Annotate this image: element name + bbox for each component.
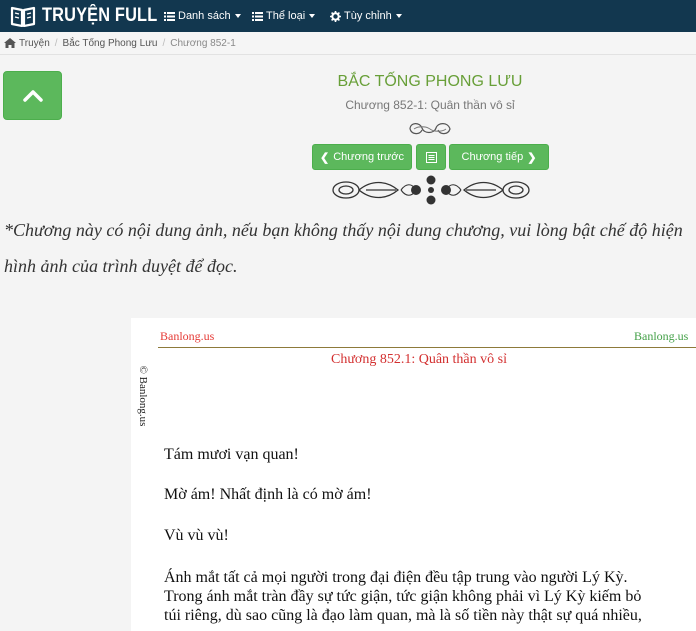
chapter-title: Chương 852-1: Quân thần vô sỉ (345, 98, 515, 112)
breadcrumb: Truyện / Bắc Tống Phong Lưu / Chương 852… (0, 32, 696, 55)
list-icon (164, 11, 175, 21)
scroll-top-button[interactable] (3, 71, 62, 120)
site-name: TRUYỆN FULL (42, 5, 158, 26)
prev-chapter-button[interactable]: ❮ Chương trước (312, 144, 412, 170)
chevron-left-icon: ❮ (320, 151, 330, 164)
ornament-divider-large (332, 175, 530, 205)
caret-down-icon (234, 14, 241, 18)
chapter-list-button[interactable] (416, 144, 446, 170)
paragraph: Mờ ám! Nhất định là có mờ ám! (164, 486, 372, 503)
home-icon (4, 38, 16, 48)
caret-down-icon (309, 14, 316, 18)
breadcrumb-current-chapter: Chương 852-1 (170, 37, 236, 49)
watermark-right: Banlong.us (634, 329, 689, 343)
top-navbar: TRUYỆN FULL Danh sách Thể loại Tùy chỉnh (0, 0, 696, 32)
chevron-right-icon: ❯ (527, 151, 537, 164)
image-divider-line (158, 347, 696, 348)
site-logo[interactable]: TRUYỆN FULL (10, 3, 176, 29)
image-chapter-heading: Chương 852.1: Quân thần vô sỉ (331, 352, 507, 367)
ornament-divider (409, 123, 451, 135)
breadcrumb-home-link[interactable]: Truyện (19, 38, 50, 49)
menu-label: Thể loại (266, 10, 306, 22)
story-title-link[interactable]: Bắc Tống Phong Lưu (230, 73, 630, 91)
caret-down-icon (395, 14, 402, 18)
paragraph: Tám mươi vạn quan! (164, 446, 299, 463)
paragraph: Ánh mắt tất cả mọi người trong đại điện … (164, 569, 642, 624)
menu-label: Danh sách (178, 10, 231, 22)
breadcrumb-separator: / (54, 37, 58, 49)
image-content-notice: *Chương này có nội dung ảnh, nếu bạn khô… (4, 220, 683, 276)
menu-tuy-chinh[interactable]: Tùy chỉnh (330, 0, 402, 32)
open-book-icon (10, 6, 36, 27)
list-icon (252, 11, 263, 21)
menu-danh-sach[interactable]: Danh sách (164, 0, 241, 32)
chapter-content-image: Banlong.us Banlong.us © Banlong.us Chươn… (131, 318, 696, 631)
breadcrumb-story-link[interactable]: Bắc Tống Phong Lưu (63, 38, 158, 49)
side-watermark: © Banlong.us (137, 365, 149, 427)
menu-label: Tùy chỉnh (344, 10, 392, 22)
list-icon (425, 151, 437, 163)
next-chapter-label: Chương tiếp (461, 151, 524, 163)
paragraph: Vù vù vù! (164, 527, 229, 544)
prev-chapter-label: Chương trước (333, 151, 404, 163)
next-chapter-button[interactable]: Chương tiếp ❯ (449, 144, 549, 170)
watermark-left: Banlong.us (160, 329, 215, 343)
gear-icon (330, 10, 341, 22)
menu-the-loai[interactable]: Thể loại (252, 0, 316, 32)
breadcrumb-separator: / (162, 37, 166, 49)
chevron-up-icon (22, 90, 43, 102)
